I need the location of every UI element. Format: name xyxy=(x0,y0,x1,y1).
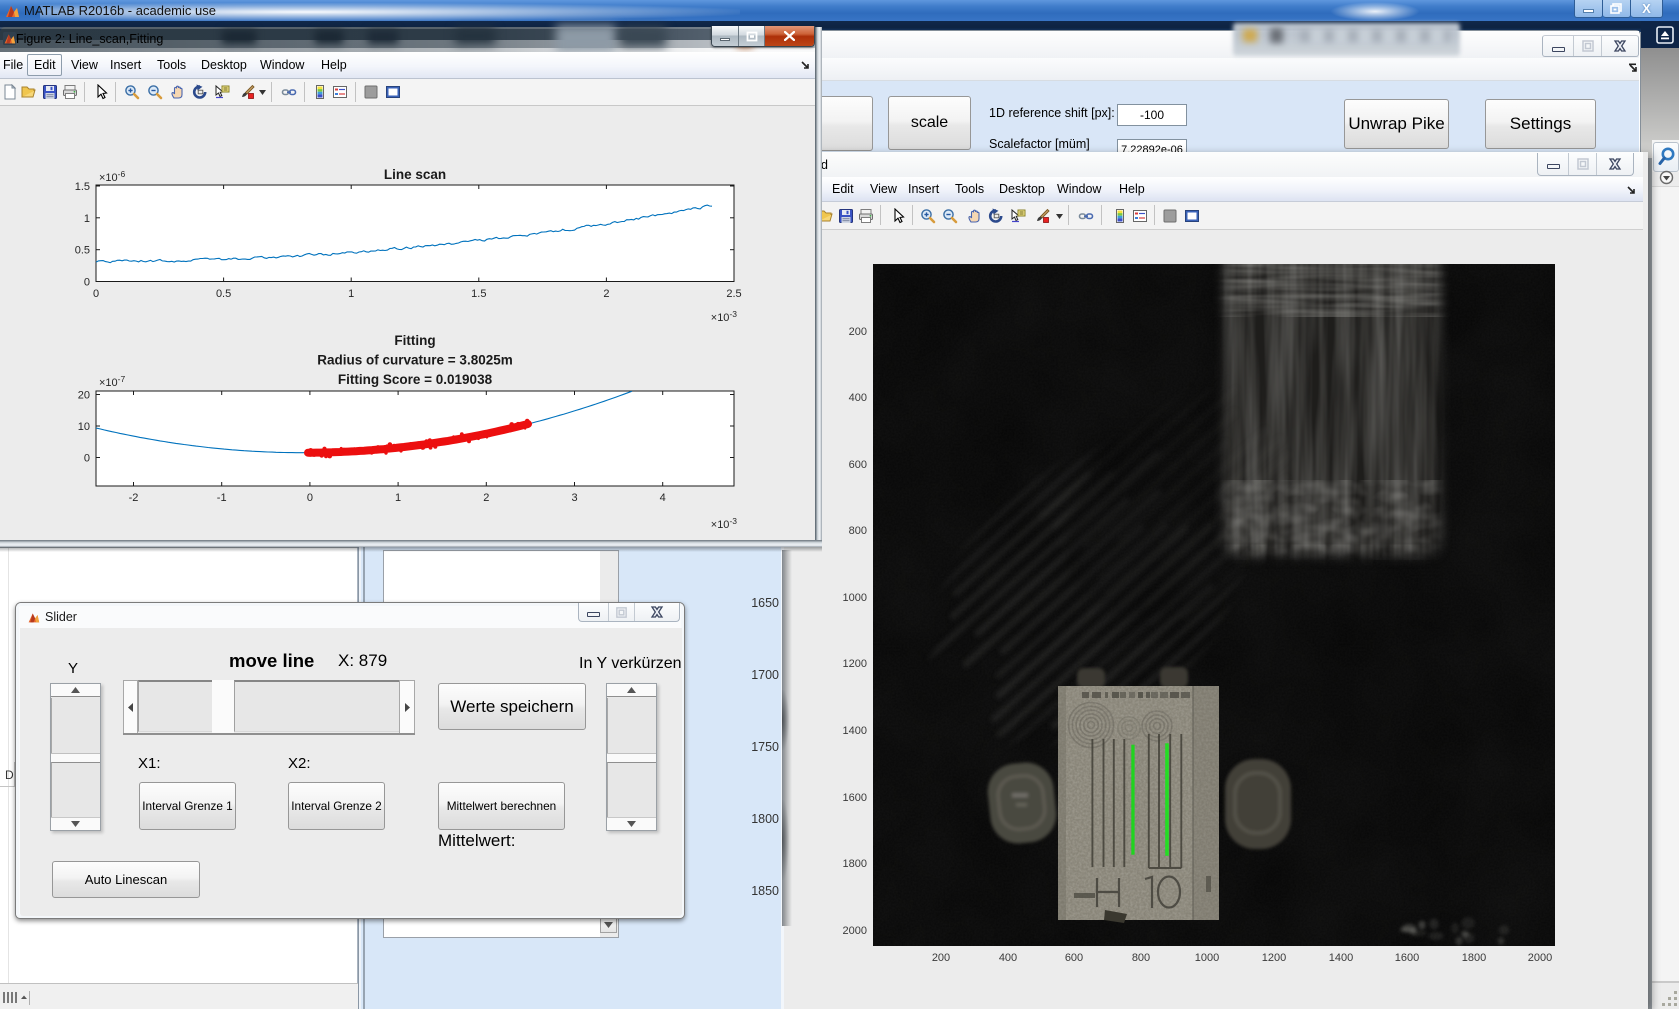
svg-text:3: 3 xyxy=(571,492,577,504)
svg-text:1.5: 1.5 xyxy=(471,288,486,300)
svg-text:×10-3: ×10-3 xyxy=(711,516,738,531)
svg-text:0: 0 xyxy=(307,492,313,504)
svg-text:0.5: 0.5 xyxy=(216,288,231,300)
svg-text:10: 10 xyxy=(78,421,90,433)
svg-text:Fitting Score = 0.019038: Fitting Score = 0.019038 xyxy=(338,372,493,387)
svg-text:Fitting: Fitting xyxy=(394,333,435,348)
svg-text:Line scan: Line scan xyxy=(384,167,446,182)
svg-text:1: 1 xyxy=(348,288,354,300)
svg-text:2: 2 xyxy=(603,288,609,300)
svg-text:×10-7: ×10-7 xyxy=(99,374,126,389)
svg-text:0: 0 xyxy=(84,277,90,289)
svg-text:-1: -1 xyxy=(217,492,227,504)
svg-text:0: 0 xyxy=(93,288,99,300)
svg-text:1: 1 xyxy=(395,492,401,504)
svg-text:-2: -2 xyxy=(129,492,139,504)
svg-text:0: 0 xyxy=(84,453,90,465)
svg-text:2.5: 2.5 xyxy=(726,288,741,300)
svg-text:×10-6: ×10-6 xyxy=(99,169,126,184)
svg-text:2: 2 xyxy=(483,492,489,504)
svg-text:×10-3: ×10-3 xyxy=(711,309,738,324)
svg-text:1.5: 1.5 xyxy=(75,181,90,193)
svg-text:1: 1 xyxy=(84,213,90,225)
svg-text:0.5: 0.5 xyxy=(75,245,90,257)
svg-text:20: 20 xyxy=(78,390,90,402)
svg-text:4: 4 xyxy=(660,492,666,504)
svg-text:Radius of curvature = 3.8025m: Radius of curvature = 3.8025m xyxy=(317,353,512,368)
